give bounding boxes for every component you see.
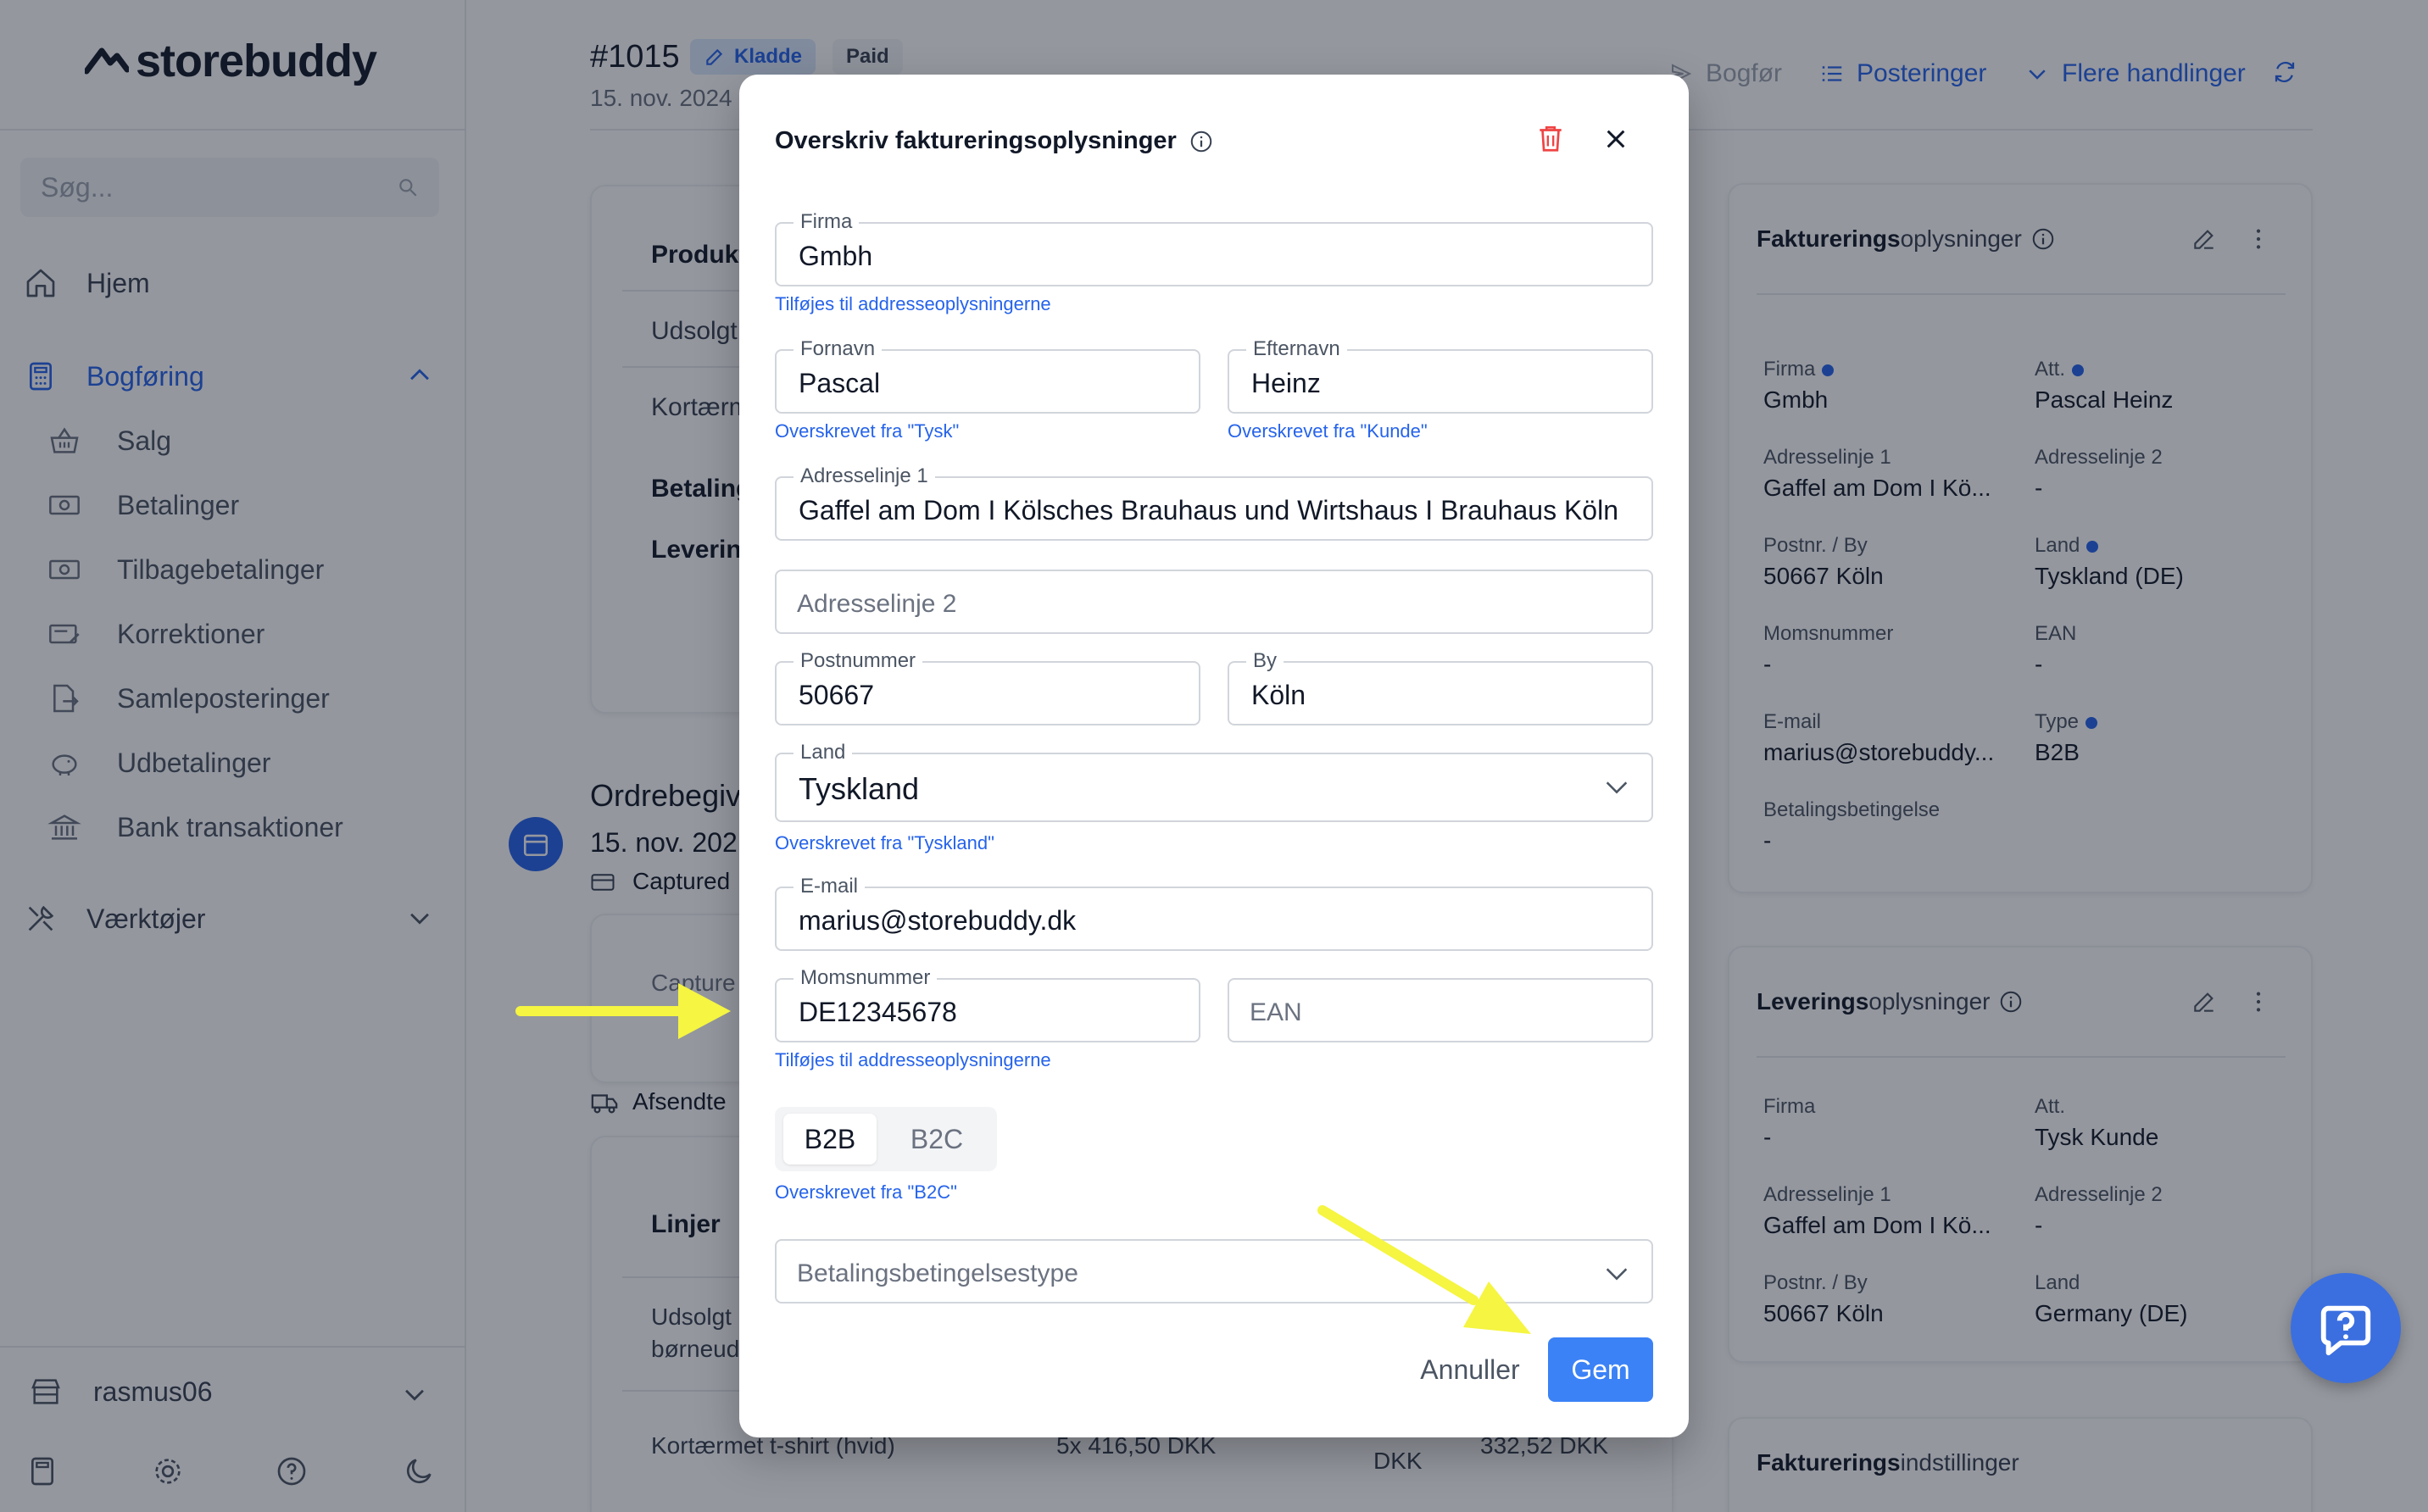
help-chat-button[interactable] xyxy=(2291,1273,2401,1383)
vat-label: Momsnummer xyxy=(794,966,938,990)
email-value: marius@storebuddy.dk xyxy=(799,905,1077,936)
city-field[interactable]: By Köln xyxy=(1228,649,1653,725)
country-label: Land xyxy=(794,741,853,764)
chat-question-icon xyxy=(2320,1305,2371,1356)
email-field[interactable]: E-mail marius@storebuddy.dk xyxy=(775,875,1653,951)
zip-label: Postnummer xyxy=(794,649,923,673)
b2c-option[interactable]: B2C xyxy=(890,1114,983,1165)
vat-field[interactable]: Momsnummer DE12345678 xyxy=(775,966,1200,1042)
zip-value: 50667 xyxy=(799,680,874,710)
first-name-value: Pascal xyxy=(799,368,881,398)
country-hint: Overskrevet fra "Tyskland" xyxy=(775,832,994,853)
address2-field[interactable]: Adresselinje 2 xyxy=(775,570,1653,634)
chevron-down-icon xyxy=(1606,781,1628,794)
last-name-field[interactable]: Efternavn Heinz xyxy=(1228,337,1653,414)
vat-value: DE12345678 xyxy=(799,997,957,1027)
company-field[interactable]: Firma Gmbh xyxy=(775,210,1653,286)
ean-field[interactable]: EAN xyxy=(1228,978,1653,1042)
payment-terms-placeholder: Betalingsbetingelsestype xyxy=(797,1259,1078,1287)
country-value: Tyskland xyxy=(799,771,920,806)
email-label: E-mail xyxy=(794,875,866,898)
customer-type-hint: Overskrevet fra "B2C" xyxy=(775,1181,957,1203)
payment-terms-select[interactable]: Betalingsbetingelsestype xyxy=(775,1239,1653,1304)
info-icon[interactable] xyxy=(1189,129,1214,154)
city-label: By xyxy=(1246,649,1284,673)
close-icon[interactable] xyxy=(1602,125,1629,153)
cancel-button[interactable]: Annuller xyxy=(1394,1337,1546,1402)
address1-field[interactable]: Adresselinje 1 Gaffel am Dom I Kölsches … xyxy=(775,464,1653,541)
country-select[interactable]: Land Tyskland xyxy=(775,741,1653,822)
vat-hint: Tilføjes til addresseoplysningerne xyxy=(775,1049,1051,1070)
last-name-value: Heinz xyxy=(1251,368,1321,398)
company-label: Firma xyxy=(794,210,860,234)
first-name-hint: Overskrevet fra "Tysk" xyxy=(775,420,960,442)
last-name-label: Efternavn xyxy=(1246,337,1347,361)
first-name-field[interactable]: Fornavn Pascal xyxy=(775,337,1200,414)
city-value: Köln xyxy=(1251,680,1306,710)
zip-field[interactable]: Postnummer 50667 xyxy=(775,649,1200,725)
trash-icon[interactable] xyxy=(1534,122,1567,154)
chevron-down-icon xyxy=(1606,1268,1628,1281)
last-name-hint: Overskrevet fra "Kunde" xyxy=(1228,420,1428,442)
modal-title: Overskriv faktureringsoplysninger xyxy=(775,127,1214,155)
company-value: Gmbh xyxy=(799,241,873,271)
b2b-option[interactable]: B2B xyxy=(783,1114,877,1165)
ean-placeholder: EAN xyxy=(1250,998,1302,1026)
company-hint: Tilføjes til addresseoplysningerne xyxy=(775,293,1051,314)
save-button[interactable]: Gem xyxy=(1548,1337,1653,1402)
address2-placeholder: Adresselinje 2 xyxy=(797,590,957,618)
first-name-label: Fornavn xyxy=(794,337,883,361)
address1-value: Gaffel am Dom I Kölsches Brauhaus und Wi… xyxy=(799,495,1618,525)
override-billing-modal: Overskriv faktureringsoplysninger Firma … xyxy=(739,75,1689,1437)
customer-type-toggle: B2B B2C xyxy=(775,1107,997,1171)
address1-label: Adresselinje 1 xyxy=(794,464,935,488)
